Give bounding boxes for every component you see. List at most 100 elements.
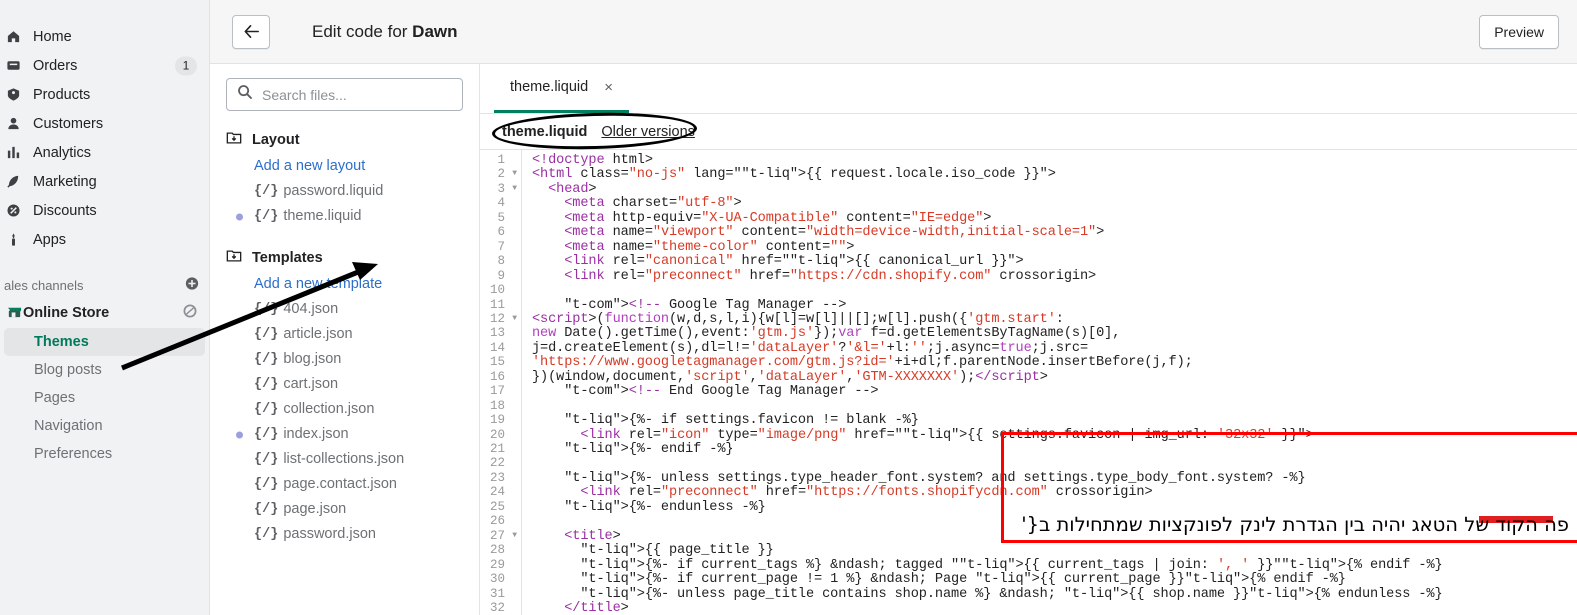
sidebar-subitem-pages[interactable]: Pages <box>4 384 205 412</box>
code-line[interactable]: "t-liq">{{ page_title }} <box>532 543 773 558</box>
sidebar-subitem-navigation[interactable]: Navigation <box>4 412 205 440</box>
code-line[interactable]: 'https://www.googletagmanager.com/gtm.js… <box>532 355 1193 370</box>
file-tree-item[interactable]: {/} index.json <box>226 422 463 447</box>
code-line[interactable]: <meta name="theme-color" content=""> <box>532 240 854 255</box>
file-name-label: page.contact.json <box>283 476 397 492</box>
code-line[interactable]: "t-com"><!-- End Google Tag Manager --> <box>532 384 878 399</box>
code-line[interactable]: })(window,document,'script','dataLayer',… <box>532 370 1048 385</box>
search-icon <box>237 84 253 105</box>
file-tree-item[interactable]: {/} article.json <box>226 322 463 347</box>
sidebar-item-label: Orders <box>33 57 78 74</box>
hebrew-note-annotation: פה הקוד של הטאג יהיה בין הגדרת לינק לפונ… <box>1021 513 1569 536</box>
sidebar-item-analytics[interactable]: Analytics <box>4 138 205 167</box>
file-tree-item[interactable]: {/} page.contact.json <box>226 472 463 497</box>
code-line[interactable]: "t-com"><!-- Google Tag Manager --> <box>532 298 846 313</box>
close-icon[interactable]: × <box>604 79 613 96</box>
line-number: 5 <box>497 210 505 225</box>
file-tree-item[interactable]: {/} password.json <box>226 522 463 547</box>
line-number: 12 <box>489 311 505 326</box>
sidebar-subitem-themes[interactable]: Themes <box>4 328 205 356</box>
back-button[interactable] <box>232 14 270 49</box>
sidebar-item-apps[interactable]: Apps <box>4 225 205 254</box>
line-number: 26 <box>489 514 505 529</box>
code-line[interactable]: "t-liq">{%- endif -%} <box>532 442 733 457</box>
code-line[interactable]: <script>(function(w,d,s,l,i){w[l]=w[l]||… <box>532 312 1064 327</box>
file-tree-item[interactable]: {/} password.liquid <box>226 179 463 204</box>
file-tree-item[interactable]: {/} collection.json <box>226 397 463 422</box>
sidebar-subitem-preferences[interactable]: Preferences <box>4 440 205 468</box>
code-line[interactable]: <title> <box>532 529 621 544</box>
code-line[interactable]: j=d.createElement(s),dl=l!='dataLayer'?'… <box>532 341 1088 356</box>
code-line[interactable]: "t-liq">{%- if current_tags %} &ndash; t… <box>532 558 1442 573</box>
code-line[interactable]: <html class="no-js" lang=""t-liq">{{ req… <box>532 167 1056 182</box>
sidebar-item-orders[interactable]: Orders 1 <box>4 51 205 80</box>
tab-theme-liquid[interactable]: theme.liquid × <box>494 64 629 113</box>
file-name-label: password.json <box>283 526 376 542</box>
discounts-icon <box>6 203 28 218</box>
search-input[interactable] <box>262 86 452 103</box>
code-line[interactable]: "t-liq">{%- unless page_title contains s… <box>532 587 1442 602</box>
search-files-field[interactable] <box>226 78 463 111</box>
code-line[interactable]: new Date().getTime(),event:'gtm.js'});va… <box>532 326 1120 341</box>
sidebar-item-label: Analytics <box>33 144 92 161</box>
line-number: 10 <box>489 283 505 298</box>
file-name-label: password.liquid <box>283 183 384 199</box>
code-line[interactable]: <!doctype html> <box>532 153 653 168</box>
line-number: 6 <box>497 225 505 240</box>
file-tree-item[interactable]: {/} blog.json <box>226 347 463 372</box>
sales-channels-label: ales channels <box>4 277 84 293</box>
fold-arrow-icon[interactable]: ▼ <box>512 531 517 540</box>
add-new-layout-link[interactable]: Add a new layout <box>254 154 463 179</box>
fold-arrow-icon[interactable]: ▼ <box>512 184 517 193</box>
fold-arrow-icon[interactable]: ▼ <box>512 169 517 178</box>
store-settings-icon[interactable] <box>183 304 197 322</box>
folder-download-icon <box>226 130 242 150</box>
arrow-left-icon <box>244 24 259 39</box>
code-line[interactable]: <meta charset="utf-8"> <box>532 196 741 211</box>
code-line[interactable]: <link rel="canonical" href=""t-liq">{{ c… <box>532 254 1023 269</box>
workspace: Layout Add a new layout {/} password.liquid… <box>210 64 1577 615</box>
line-number: 13 <box>489 326 505 341</box>
file-name-label: blog.json <box>283 351 342 367</box>
code-line[interactable]: <head> <box>532 182 596 197</box>
line-number: 14 <box>489 340 505 355</box>
sidebar-item-label: Apps <box>33 231 67 248</box>
products-icon <box>6 87 28 102</box>
file-name-label: list-collections.json <box>283 451 405 467</box>
line-number: 21 <box>489 442 505 456</box>
file-tree-item[interactable]: {/} page.json <box>226 497 463 522</box>
code-line[interactable]: </title> <box>532 601 629 615</box>
sidebar-item-online-store[interactable]: Online Store <box>4 298 205 328</box>
code-scroll[interactable]: 1 2 ▼ 3 ▼ 4 5 6 7 8 9 10 11 12 ▼ 13 14 15 16 17 18 19 20 21 22 23… <box>480 150 1577 615</box>
file-tree-item[interactable]: {/} 404.json <box>226 297 463 322</box>
fold-arrow-icon[interactable]: ▼ <box>512 314 517 323</box>
modified-dot-icon <box>236 431 243 438</box>
line-number: 22 <box>489 456 505 471</box>
preview-button[interactable]: Preview <box>1479 14 1559 49</box>
sidebar-subitem-blog-posts[interactable]: Blog posts <box>4 356 205 384</box>
sidebar-item-products[interactable]: Products <box>4 80 205 109</box>
liquid-file-icon: {/} <box>254 527 279 542</box>
code-line[interactable]: "t-liq">{%- endunless -%} <box>532 500 766 515</box>
sidebar-item-label: Products <box>33 86 91 103</box>
file-group-heading: Layout <box>226 130 463 150</box>
sidebar-item-discounts[interactable]: Discounts <box>4 196 205 225</box>
code-line[interactable]: "t-liq">{%- if current_page != 1 %} &nda… <box>532 572 1346 587</box>
line-number: 28 <box>489 543 505 558</box>
add-channel-icon[interactable] <box>185 277 199 294</box>
line-number: 20 <box>489 427 505 442</box>
file-tree-item[interactable]: {/} list-collections.json <box>226 447 463 472</box>
add-new-templates-link[interactable]: Add a new template <box>254 272 463 297</box>
code-line[interactable]: "t-liq">{%- if settings.favicon != blank… <box>532 413 919 428</box>
file-tree-item[interactable]: {/} cart.json <box>226 372 463 397</box>
line-number: 17 <box>489 384 505 399</box>
code-line[interactable]: <meta name="viewport" content="width=dev… <box>532 225 1104 240</box>
code-line[interactable]: <link rel="preconnect" href="https://cdn… <box>532 269 1096 284</box>
code-area[interactable]: 1 2 ▼ 3 ▼ 4 5 6 7 8 9 10 11 12 ▼ 13 14 15 16 17 18 19 20 21 22 23… <box>480 150 1577 615</box>
sidebar-item-home[interactable]: Home <box>4 22 205 51</box>
line-number: 18 <box>489 398 505 413</box>
sidebar-item-marketing[interactable]: Marketing <box>4 167 205 196</box>
sidebar-item-customers[interactable]: Customers <box>4 109 205 138</box>
file-tree-item[interactable]: {/} theme.liquid <box>226 204 463 229</box>
code-line[interactable]: <meta http-equiv="X-UA-Compatible" conte… <box>532 211 991 226</box>
